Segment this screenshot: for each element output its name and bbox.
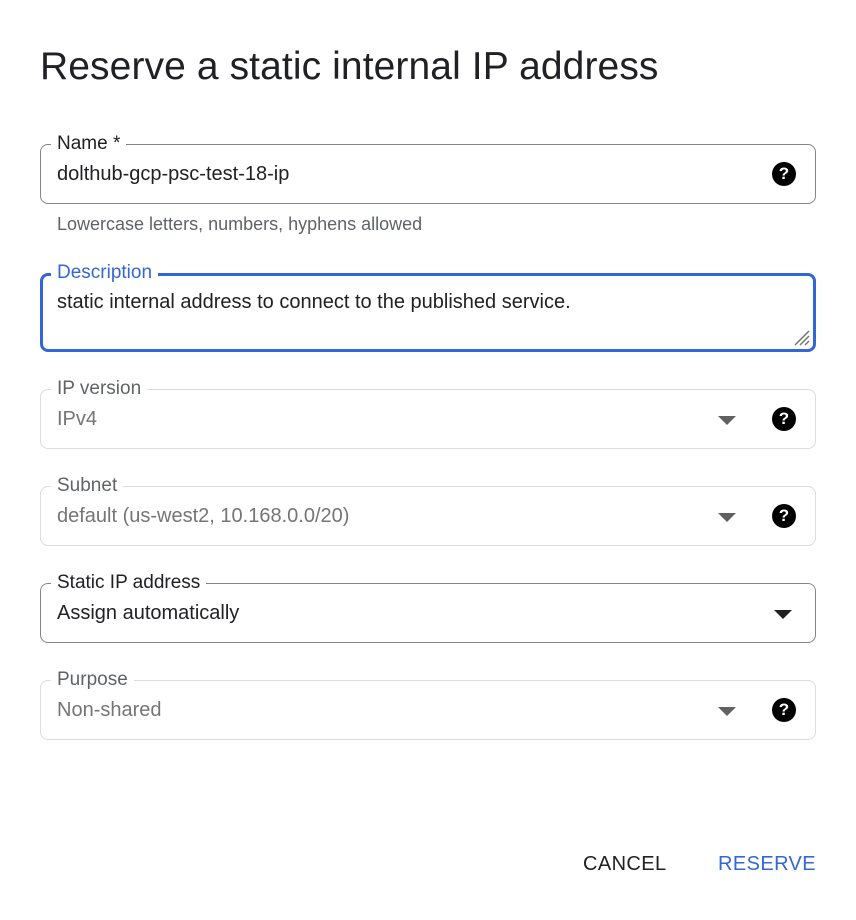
reserve-ip-dialog: Reserve a static internal IP address Nam… (0, 0, 856, 920)
purpose-select[interactable]: Purpose Non-shared ? (40, 668, 816, 740)
resize-handle-icon[interactable] (789, 325, 811, 347)
subnet-select[interactable]: Subnet default (us-west2, 10.168.0.0/20)… (40, 474, 816, 546)
ip-version-label: IP version (51, 377, 148, 401)
name-input[interactable]: dolthub-gcp-psc-test-18-ip (57, 161, 289, 187)
dialog-title: Reserve a static internal IP address (40, 45, 659, 88)
description-textarea[interactable]: static internal address to connect to th… (57, 289, 571, 315)
subnet-value: default (us-west2, 10.168.0.0/20) (57, 505, 350, 527)
ip-version-select[interactable]: IP version IPv4 ? (40, 377, 816, 449)
name-hint: Lowercase letters, numbers, hyphens allo… (57, 214, 423, 234)
help-icon[interactable]: ? (772, 698, 796, 722)
description-field[interactable]: Description static internal address to c… (40, 261, 816, 352)
chevron-down-icon[interactable] (718, 513, 736, 522)
name-field[interactable]: Name * dolthub-gcp-psc-test-18-ip ? (40, 132, 816, 204)
help-icon[interactable]: ? (772, 504, 796, 528)
cancel-button[interactable]: CANCEL (583, 848, 667, 880)
subnet-label: Subnet (51, 474, 124, 498)
static-ip-select[interactable]: Static IP address Assign automatically (40, 571, 816, 643)
help-icon[interactable]: ? (772, 162, 796, 186)
help-icon[interactable]: ? (772, 407, 796, 431)
static-ip-label: Static IP address (51, 571, 207, 595)
static-ip-value: Assign automatically (57, 602, 240, 624)
name-label: Name * (51, 132, 127, 156)
chevron-down-icon[interactable] (718, 707, 736, 716)
chevron-down-icon[interactable] (774, 610, 792, 619)
description-label: Description (51, 261, 159, 285)
purpose-value: Non-shared (57, 699, 162, 721)
reserve-button[interactable]: RESERVE (718, 848, 816, 880)
chevron-down-icon[interactable] (718, 416, 736, 425)
ip-version-value: IPv4 (57, 408, 98, 430)
purpose-label: Purpose (51, 668, 134, 692)
